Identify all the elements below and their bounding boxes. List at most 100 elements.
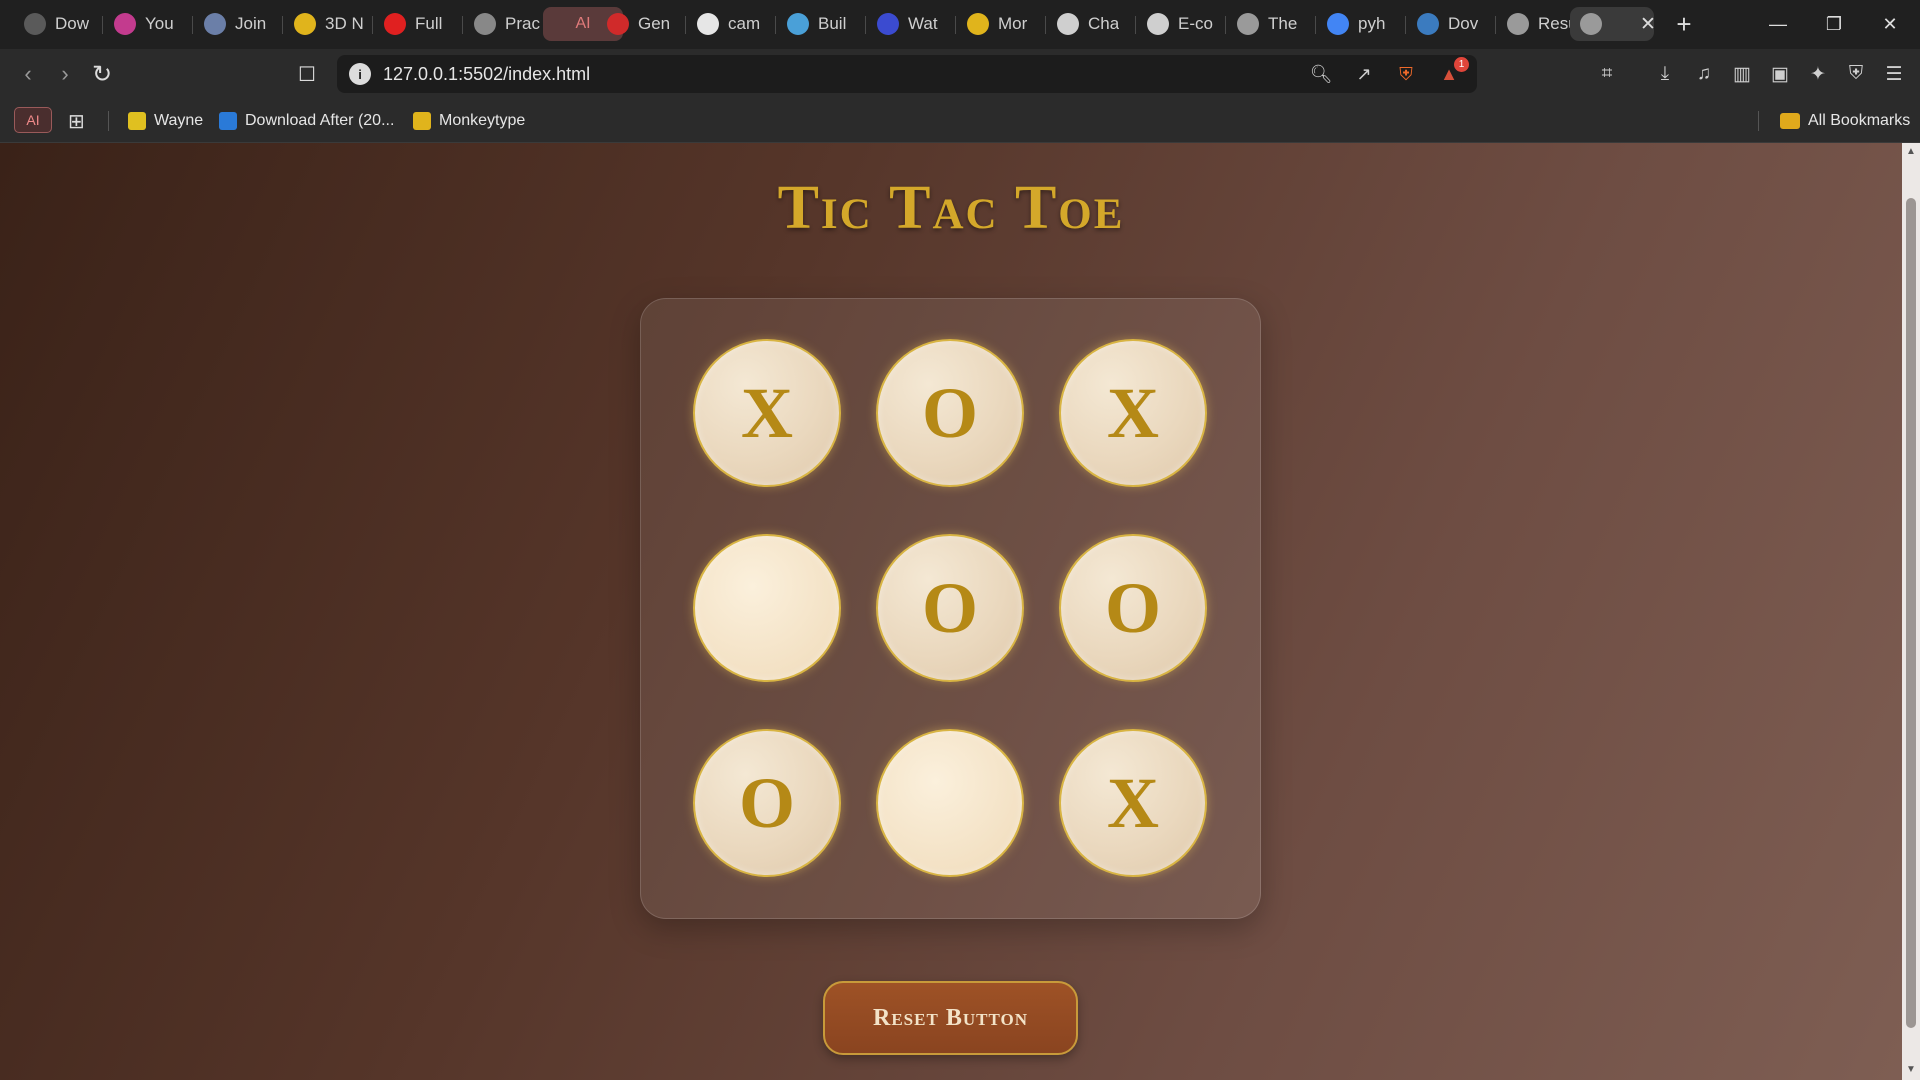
menu-icon[interactable]: ☰: [1881, 61, 1907, 87]
bookmarks-divider: [108, 111, 109, 131]
back-button[interactable]: ‹: [13, 59, 43, 89]
tab-label: Gen: [638, 14, 671, 33]
forward-button[interactable]: ›: [50, 59, 80, 89]
tab-meet[interactable]: Join: [194, 7, 274, 41]
close-icon[interactable]: ✕: [1640, 13, 1654, 36]
tab-separator: [775, 16, 776, 34]
tab-gmail[interactable]: You: [104, 7, 184, 41]
tab-separator: [955, 16, 956, 34]
tab-separator: [1045, 16, 1046, 34]
openai-icon: [1147, 13, 1169, 35]
tab-build[interactable]: Buil: [777, 7, 857, 41]
tab-label: Wat: [908, 14, 938, 33]
tab-label: Join: [235, 14, 267, 33]
tab-separator: [462, 16, 463, 34]
tab-google[interactable]: pyh: [1317, 7, 1397, 41]
share-icon[interactable]: ↗: [1352, 62, 1376, 86]
tab-separator: [192, 16, 193, 34]
restore-button[interactable]: ❐: [1806, 0, 1862, 49]
new-tab-button[interactable]: +: [1668, 8, 1700, 40]
board-cell-2[interactable]: O: [876, 339, 1024, 487]
ai-badge[interactable]: AI: [14, 107, 52, 133]
youtube-icon: [384, 13, 406, 35]
board-cell-3[interactable]: X: [1059, 339, 1207, 487]
all-bookmarks-label: All Bookmarks: [1808, 112, 1911, 129]
download-icon: [24, 13, 46, 35]
tab-separator: [685, 16, 686, 34]
bookmark-item[interactable]: Wayne: [128, 109, 203, 133]
downloads-icon[interactable]: ⤓: [1652, 61, 1678, 87]
google-icon: [1327, 13, 1349, 35]
tab-chatgpt[interactable]: Cha: [1047, 7, 1127, 41]
tab-label: The: [1268, 14, 1298, 33]
tab-monkeytype[interactable]: Mor: [957, 7, 1037, 41]
reset-button[interactable]: Reset Button: [823, 981, 1078, 1055]
address-bar[interactable]: i 127.0.0.1:5502/index.html 🔍︎ ↗ ⛨ ▲ 1: [337, 55, 1477, 93]
folder-icon: [1780, 113, 1800, 129]
bookmark-label: Download After (20...: [245, 112, 395, 129]
board-cell-9[interactable]: X: [1059, 729, 1207, 877]
scroll-down-arrow[interactable]: ▼: [1905, 1065, 1917, 1075]
media-icon[interactable]: ♫: [1691, 61, 1717, 87]
sidebar-icon[interactable]: ▥: [1729, 61, 1755, 87]
bookmark-label: Monkeytype: [439, 112, 526, 129]
all-bookmarks-button[interactable]: All Bookmarks: [1780, 109, 1910, 133]
tab-globe[interactable]: Resu: [1497, 7, 1577, 41]
tab-separator: [102, 16, 103, 34]
tab-download[interactable]: Dow: [14, 7, 94, 41]
board-cell-5[interactable]: O: [876, 534, 1024, 682]
wallet-icon[interactable]: ▣: [1767, 61, 1793, 87]
tab-label: Dow: [55, 14, 90, 33]
leo-ai-icon[interactable]: ✦: [1805, 61, 1831, 87]
tab-separator: [1495, 16, 1496, 34]
scrollbar[interactable]: ▲ ▼: [1902, 143, 1920, 1080]
monkeytype-icon: [967, 13, 989, 35]
globe-icon: [1237, 13, 1259, 35]
tab-label: You: [145, 14, 174, 33]
bookmark-item[interactable]: Monkeytype: [413, 109, 525, 133]
site-info-icon[interactable]: i: [349, 63, 371, 85]
tab-practice[interactable]: Prac: [464, 7, 544, 41]
url-text[interactable]: 127.0.0.1:5502/index.html: [383, 64, 590, 85]
bookmark-item[interactable]: Download After (20...: [219, 109, 394, 133]
build-icon: [787, 13, 809, 35]
tab-strip: Dow You Join 3D N Full Prac AI Gen cam Buil Wat Mor…: [0, 0, 1920, 49]
reload-button[interactable]: ↻: [87, 59, 117, 89]
scroll-up-arrow[interactable]: ▲: [1905, 147, 1917, 157]
globe-icon: [1507, 13, 1529, 35]
tab-3d[interactable]: 3D N: [284, 7, 364, 41]
tab-github[interactable]: cam: [687, 7, 767, 41]
board-cell-6[interactable]: O: [1059, 534, 1207, 682]
tab-hashnode[interactable]: Wat: [867, 7, 947, 41]
tab-python[interactable]: Dov: [1407, 7, 1487, 41]
tab-globe[interactable]: ✕: [1570, 7, 1654, 41]
scroll-thumb[interactable]: [1906, 198, 1916, 1028]
tab-youtube[interactable]: Full: [374, 7, 454, 41]
zoom-icon[interactable]: 🔍︎: [1309, 62, 1333, 86]
tab-openai[interactable]: E-co: [1137, 7, 1217, 41]
bookmarks-divider: [1758, 111, 1759, 131]
brave-shields-icon[interactable]: ⛨: [1394, 62, 1418, 86]
bookmark-page-button[interactable]: ☐: [292, 59, 322, 89]
3d-icon: [294, 13, 316, 35]
close-window-button[interactable]: ✕: [1862, 0, 1918, 49]
tab-gen[interactable]: Gen: [597, 7, 677, 41]
tab-globe[interactable]: The: [1227, 7, 1307, 41]
tab-label: Full: [415, 14, 443, 33]
globe-icon: [1580, 13, 1602, 35]
tab-separator: [1225, 16, 1226, 34]
tab-separator: [1405, 16, 1406, 34]
reader-mode-icon[interactable]: ⌗: [1594, 61, 1620, 87]
board-cell-4[interactable]: [693, 534, 841, 682]
tab-label: AI: [575, 15, 591, 32]
vpn-icon[interactable]: ⛨: [1843, 61, 1869, 87]
board-cell-7[interactable]: O: [693, 729, 841, 877]
board-cell-1[interactable]: X: [693, 339, 841, 487]
wayne-icon: [128, 112, 146, 130]
download-after-icon: [219, 112, 237, 130]
apps-icon[interactable]: ⊞: [68, 109, 85, 133]
tab-separator: [865, 16, 866, 34]
minimize-button[interactable]: —: [1750, 0, 1806, 49]
tab-label: Buil: [818, 14, 847, 33]
board-cell-8[interactable]: [876, 729, 1024, 877]
